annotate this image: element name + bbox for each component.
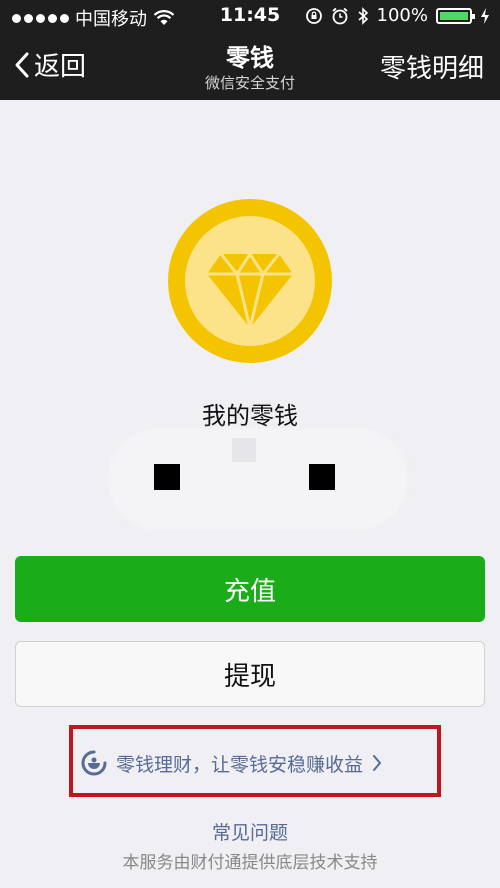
faq-link[interactable]: 常见问题 bbox=[0, 818, 500, 845]
service-note: 本服务由财付通提供底层技术支持 bbox=[122, 853, 378, 873]
status-bar: 中国移动 11:45 100% bbox=[0, 0, 500, 32]
chevron-right-icon bbox=[373, 755, 382, 771]
change-details-button[interactable]: 零钱明细 bbox=[380, 48, 484, 85]
redaction-mark bbox=[309, 464, 335, 490]
wallet-coin-logo bbox=[168, 199, 332, 363]
bluetooth-icon bbox=[358, 6, 368, 25]
nav-bar: 返回 零钱 微信安全支付 零钱明细 bbox=[0, 32, 500, 100]
battery-fill bbox=[440, 11, 468, 20]
balance-label: 我的零钱 bbox=[202, 402, 298, 430]
wealth-management-link[interactable]: 零钱理财，让零钱安稳赚收益 bbox=[80, 749, 383, 777]
rotation-lock-icon bbox=[305, 7, 322, 24]
withdraw-button[interactable]: 提现 bbox=[15, 641, 485, 707]
diamond-icon bbox=[207, 252, 293, 330]
recharge-button[interactable]: 充值 bbox=[15, 556, 485, 622]
battery-icon bbox=[436, 7, 475, 24]
wealth-management-icon bbox=[81, 750, 107, 776]
charging-bolt-icon bbox=[481, 7, 489, 24]
wealth-management-text: 零钱理财，让零钱安稳赚收益 bbox=[116, 753, 364, 776]
redaction-mark bbox=[154, 464, 180, 490]
balance-obscured-area bbox=[108, 428, 408, 530]
redaction-mark bbox=[232, 438, 256, 462]
battery-percentage: 100% bbox=[376, 5, 428, 26]
alarm-icon bbox=[331, 7, 348, 24]
